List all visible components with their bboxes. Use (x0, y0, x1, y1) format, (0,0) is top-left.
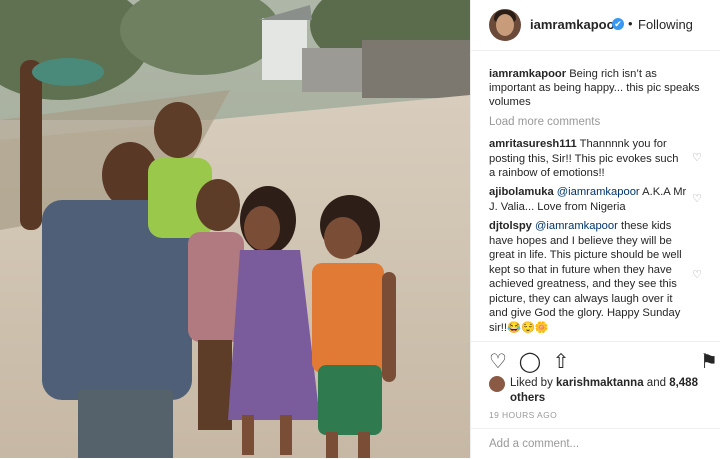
comment-item: amritasuresh111 Thannnnk you for posting… (489, 137, 687, 181)
following-button[interactable]: Following (638, 17, 693, 32)
post-caption: iamramkapoor Being rich isn’t as importa… (489, 67, 704, 109)
comment-username[interactable]: ajibolamuka (489, 186, 554, 198)
comment-username[interactable]: amritasuresh111 (489, 138, 577, 150)
likes-prefix: Liked by (510, 377, 557, 389)
comment-mention[interactable]: @iamramkapoor (554, 186, 640, 198)
comment-text: these kids have hopes and I believe they… (489, 220, 682, 334)
add-comment-section (471, 428, 720, 459)
comment-item: djtolspy @iamramkapoor these kids have h… (489, 219, 687, 335)
load-more-comments-button[interactable]: Load more comments (489, 116, 600, 128)
comment-like-heart-icon[interactable]: ♡ (691, 193, 703, 205)
post-header: iamramkapoor ✔ • Following (471, 0, 720, 51)
comment-username[interactable]: djtolspy (489, 220, 532, 232)
separator-dot: • (628, 16, 633, 31)
author-username[interactable]: iamramkapoor (530, 17, 620, 32)
author-avatar[interactable] (489, 9, 521, 41)
likes-text: Liked by karishmaktanna and 8,488 others (510, 376, 700, 406)
comment-mention[interactable]: @iamramkapoor (532, 220, 618, 232)
caption-username[interactable]: iamramkapoor (489, 68, 566, 80)
add-comment-input[interactable] (489, 438, 689, 450)
liker-avatar[interactable] (489, 376, 505, 392)
post-photo[interactable] (0, 0, 470, 458)
post-timestamp[interactable]: 19 HOURS AGO (489, 410, 557, 420)
comments-list[interactable]: iamramkapoor Being rich isn’t as importa… (471, 51, 720, 341)
liker-username[interactable]: karishmaktanna (556, 377, 644, 389)
save-bookmark-icon[interactable]: ⚑ (697, 350, 720, 374)
share-icon[interactable]: ⇧ (549, 350, 573, 374)
comment-like-heart-icon[interactable]: ♡ (691, 152, 703, 164)
post-photo-illustration (0, 0, 470, 458)
likes-and: and (643, 377, 670, 389)
comment-like-heart-icon[interactable]: ♡ (691, 269, 703, 281)
post-sidebar: iamramkapoor ✔ • Following iamramkapoor … (470, 0, 720, 458)
comment-item: ajibolamuka @iamramkapoor A.K.A Mr J. Va… (489, 185, 687, 214)
like-heart-icon[interactable]: ♡ (486, 350, 510, 374)
verified-badge-icon: ✔ (612, 18, 624, 30)
comment-bubble-icon[interactable]: ◯ (518, 350, 542, 374)
